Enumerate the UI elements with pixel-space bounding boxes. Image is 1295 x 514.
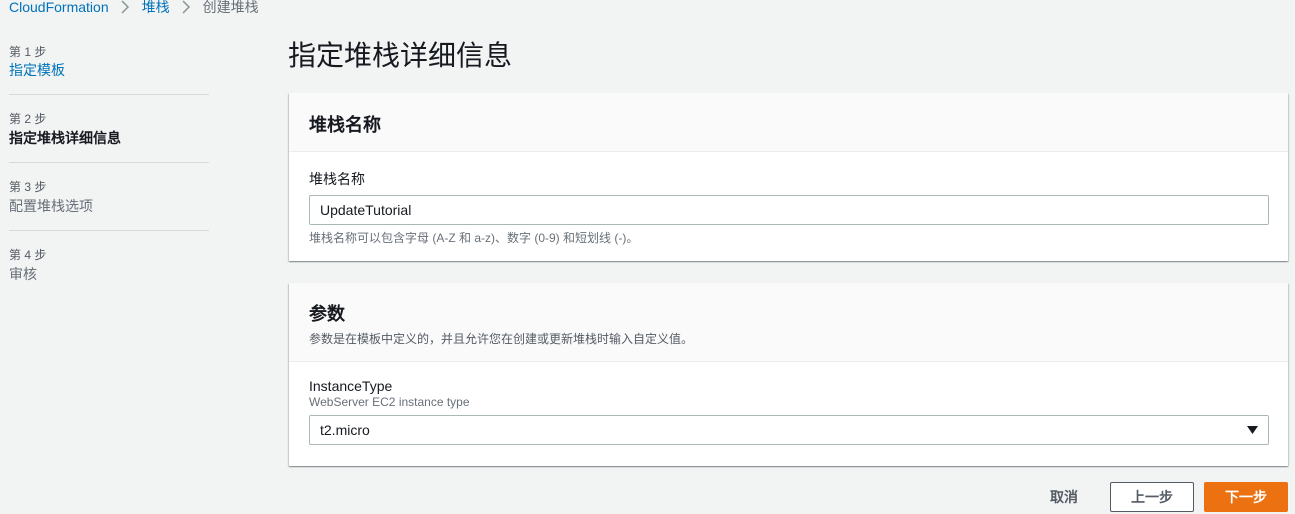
step-link-specify-template[interactable]: 指定模板 — [9, 62, 65, 78]
page-title: 指定堆栈详细信息 — [288, 40, 513, 71]
panel-header: 参数 参数是在模板中定义的，并且允许您在创建或更新堆栈时输入自定义值。 — [289, 283, 1288, 362]
breadcrumb: CloudFormation 堆栈 创建堆栈 — [9, 0, 259, 16]
wizard-step-1: 第 1 步 指定模板 — [9, 44, 209, 95]
parameters-panel: 参数 参数是在模板中定义的，并且允许您在创建或更新堆栈时输入自定义值。 Inst… — [289, 283, 1288, 466]
panel-header: 堆栈名称 — [289, 93, 1288, 152]
instance-type-description: WebServer EC2 instance type — [309, 395, 470, 409]
instance-type-label: InstanceType — [309, 378, 393, 394]
previous-button[interactable]: 上一步 — [1110, 482, 1194, 512]
stack-name-constraint: 堆栈名称可以包含字母 (A-Z 和 a-z)、数字 (0-9) 和短划线 (-)… — [309, 231, 639, 245]
breadcrumb-cloudformation-link[interactable]: CloudFormation — [9, 0, 109, 15]
next-button[interactable]: 下一步 — [1204, 482, 1288, 512]
cancel-button[interactable]: 取消 — [1030, 487, 1098, 507]
step-number: 第 4 步 — [9, 248, 47, 262]
panel-title: 堆栈名称 — [309, 115, 381, 135]
wizard-steps: 第 1 步 指定模板 第 2 步 指定堆栈详细信息 第 3 步 配置堆栈选项 第… — [9, 44, 209, 314]
panel-title: 参数 — [309, 304, 345, 324]
chevron-right-icon — [121, 0, 130, 14]
step-label-review: 审核 — [9, 266, 37, 282]
step-number: 第 3 步 — [9, 180, 47, 194]
panel-body: 堆栈名称 UpdateTutorial 堆栈名称可以包含字母 (A-Z 和 a-… — [289, 152, 1288, 246]
step-number: 第 1 步 — [9, 45, 47, 59]
chevron-right-icon — [182, 0, 191, 14]
step-number: 第 2 步 — [9, 112, 47, 126]
breadcrumb-stacks-link[interactable]: 堆栈 — [142, 0, 170, 17]
wizard-step-4: 第 4 步 审核 — [9, 247, 209, 298]
breadcrumb-current: 创建堆栈 — [202, 0, 259, 15]
wizard-step-3: 第 3 步 配置堆栈选项 — [9, 179, 209, 231]
wizard-actions: 取消 上一步 下一步 — [1030, 482, 1288, 512]
step-label-configure-options: 配置堆栈选项 — [9, 198, 93, 214]
caret-down-icon — [1247, 426, 1258, 434]
instance-type-select[interactable]: t2.micro — [309, 415, 1269, 445]
panel-body: InstanceType WebServer EC2 instance type… — [289, 362, 1288, 445]
instance-type-value: t2.micro — [320, 422, 370, 438]
panel-description: 参数是在模板中定义的，并且允许您在创建或更新堆栈时输入自定义值。 — [309, 332, 694, 346]
step-label-current: 指定堆栈详细信息 — [9, 130, 121, 146]
stack-name-label: 堆栈名称 — [309, 171, 365, 187]
stack-name-panel: 堆栈名称 堆栈名称 UpdateTutorial 堆栈名称可以包含字母 (A-Z… — [289, 93, 1288, 261]
wizard-step-2: 第 2 步 指定堆栈详细信息 — [9, 111, 209, 163]
stack-name-input[interactable]: UpdateTutorial — [309, 195, 1269, 225]
